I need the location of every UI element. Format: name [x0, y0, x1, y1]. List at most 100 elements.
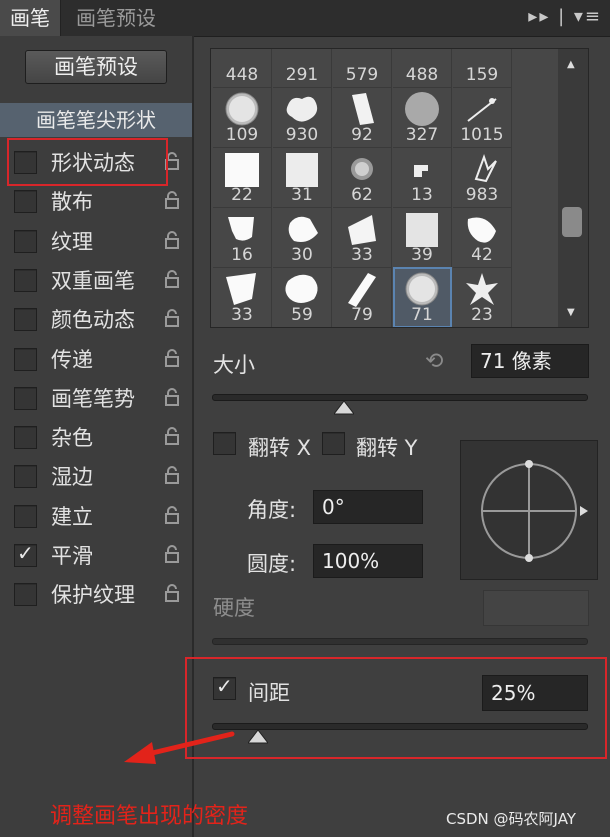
lock-icon[interactable]	[164, 230, 180, 250]
hardness-slider	[212, 638, 588, 645]
brush-tip-shape-header[interactable]: 画笔笔尖形状	[0, 103, 192, 137]
brush-size-label: 59	[291, 305, 313, 325]
tab-brush[interactable]: 画笔	[0, 0, 61, 36]
reset-size-icon[interactable]: ⟲	[425, 349, 443, 374]
lock-icon[interactable]	[164, 583, 180, 603]
option-checkbox[interactable]	[14, 465, 37, 489]
lock-icon[interactable]	[164, 348, 180, 368]
watermark: CSDN @码农阿JAY	[446, 810, 576, 828]
option-row[interactable]: 纹理	[14, 223, 190, 259]
annotation-text: 调整画笔出现的密度	[50, 804, 249, 829]
brush-preset-cell[interactable]: 59	[273, 267, 332, 327]
brush-grid-scrollbar[interactable]: ▲ ▼	[558, 48, 589, 328]
brush-preset-cell[interactable]: 930	[273, 87, 332, 148]
option-checkbox[interactable]	[14, 386, 37, 410]
brush-preset-cell[interactable]: 448	[213, 49, 272, 88]
option-checkbox[interactable]	[14, 504, 37, 528]
brush-preset-cell[interactable]: 33	[333, 207, 392, 268]
option-row[interactable]: 保护纹理	[14, 576, 190, 612]
panel-menu-icon[interactable]: ▸▸ | ▾≡	[528, 6, 602, 27]
brush-size-label: 488	[405, 65, 439, 85]
brush-size-label: 31	[291, 185, 313, 205]
brush-preset-cell[interactable]: 109	[213, 87, 272, 148]
brush-preset-cell[interactable]: 327	[393, 87, 452, 148]
brush-size-label: 983	[465, 185, 499, 205]
brush-size-label: 79	[351, 305, 373, 325]
tab-brush-presets[interactable]: 画笔预设	[66, 0, 166, 36]
option-checkbox[interactable]	[14, 268, 37, 292]
lock-icon[interactable]	[164, 308, 180, 328]
option-checkbox[interactable]	[14, 308, 37, 332]
option-checkbox[interactable]	[14, 541, 37, 567]
angle-crosshair-icon	[481, 460, 588, 562]
lock-icon[interactable]	[164, 190, 180, 210]
brush-preset-cell[interactable]: 71	[393, 267, 452, 327]
angle-field[interactable]: 0°	[313, 490, 423, 524]
flip-x-label: 翻转 X	[248, 436, 312, 460]
brush-size-label: 33	[351, 245, 373, 265]
brush-size-label: 448	[225, 65, 259, 85]
brush-preset-cell[interactable]: 33	[213, 267, 272, 327]
option-checkbox[interactable]	[14, 426, 37, 450]
brush-presets-button[interactable]: 画笔预设	[25, 50, 167, 84]
flip-x-checkbox[interactable]	[213, 432, 236, 455]
size-field[interactable]: 71 像素	[471, 344, 589, 378]
roundness-label: 圆度:	[247, 552, 297, 576]
brush-preset-cell[interactable]: 39	[393, 207, 452, 268]
option-row[interactable]: 画笔笔势	[14, 380, 190, 416]
brush-preset-cell[interactable]: 1015	[453, 87, 512, 148]
lock-icon[interactable]	[164, 544, 180, 564]
brush-preset-cell[interactable]: 31	[273, 147, 332, 208]
option-row[interactable]: 杂色	[14, 419, 190, 455]
brush-preset-cell[interactable]: 579	[333, 49, 392, 88]
brush-preset-cell[interactable]: 42	[453, 207, 512, 268]
flip-y-checkbox[interactable]	[322, 432, 345, 455]
lock-icon[interactable]	[164, 269, 180, 289]
brush-grid: 448 291 579 488 159 109 930 92 327 1015 22 31 62 13 98…	[210, 48, 560, 328]
brush-preset-cell[interactable]: 23	[453, 267, 512, 327]
scroll-up-icon[interactable]: ▲	[567, 59, 575, 70]
scroll-thumb[interactable]	[562, 207, 582, 237]
brush-preset-cell[interactable]: 62	[333, 147, 392, 208]
option-checkbox[interactable]	[14, 229, 37, 253]
lock-icon[interactable]	[164, 387, 180, 407]
brush-preset-cell[interactable]: 291	[273, 49, 332, 88]
brush-preset-cell[interactable]: 30	[273, 207, 332, 268]
option-checkbox[interactable]	[14, 583, 37, 607]
lock-icon[interactable]	[164, 505, 180, 525]
option-row[interactable]: 平滑	[14, 537, 190, 573]
roundness-field[interactable]: 100%	[313, 544, 423, 578]
brush-preset-cell[interactable]: 488	[393, 49, 452, 88]
option-label: 双重画笔	[51, 268, 135, 293]
brush-preset-cell[interactable]: 16	[213, 207, 272, 268]
option-row[interactable]: 双重画笔	[14, 262, 190, 298]
brush-size-label: 1015	[460, 125, 504, 145]
scroll-down-icon[interactable]: ▼	[567, 307, 575, 318]
option-row[interactable]: 建立	[14, 498, 190, 534]
brush-preset-cell[interactable]: 159	[453, 49, 512, 88]
brush-size-label: 327	[405, 125, 439, 145]
option-label: 传递	[51, 347, 93, 372]
brush-size-label: 22	[231, 185, 253, 205]
size-label: 大小	[213, 353, 255, 377]
option-row[interactable]: 散布	[14, 183, 190, 219]
option-checkbox[interactable]	[14, 347, 37, 371]
option-checkbox[interactable]	[14, 190, 37, 214]
lock-icon[interactable]	[164, 426, 180, 446]
size-slider[interactable]	[212, 394, 588, 401]
brush-preset-cell[interactable]: 983	[453, 147, 512, 208]
option-row[interactable]: 颜色动态	[14, 301, 190, 337]
brush-preset-cell[interactable]: 79	[333, 267, 392, 327]
brush-preset-cell[interactable]: 92	[333, 87, 392, 148]
brush-size-label: 39	[411, 245, 433, 265]
brush-preset-cell[interactable]: 13	[393, 147, 452, 208]
option-label: 颜色动态	[51, 308, 135, 333]
option-label: 保护纹理	[51, 583, 135, 608]
size-slider-handle[interactable]	[334, 401, 354, 415]
option-row[interactable]: 传递	[14, 341, 190, 377]
lock-icon[interactable]	[164, 465, 180, 485]
option-row[interactable]: 湿边	[14, 458, 190, 494]
highlight-box-spacing	[185, 657, 607, 759]
brush-preset-cell[interactable]: 22	[213, 147, 272, 208]
angle-preview[interactable]	[460, 440, 598, 580]
